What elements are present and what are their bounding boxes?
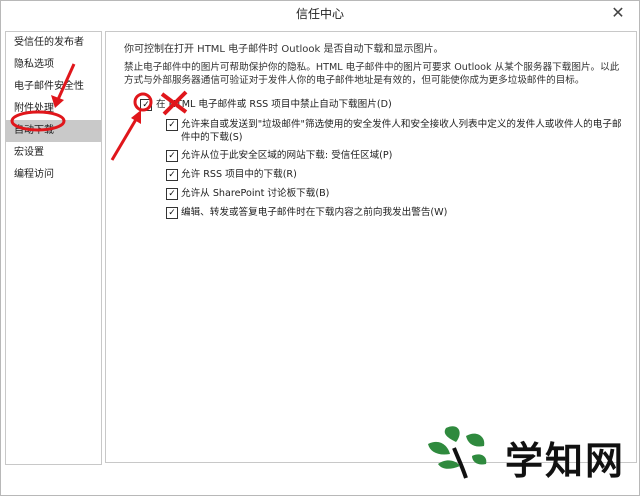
allow-sharepoint-label[interactable]: 允许从 SharePoint 讨论板下载(B) [181, 187, 329, 200]
title-bar: 信任中心 ✕ [1, 1, 639, 27]
watermark-text: 学知网 [505, 438, 626, 483]
sidebar-item-programmatic-access[interactable]: 编程访问 [6, 164, 101, 186]
block-images-label[interactable]: 在 HTML 电子邮件或 RSS 项目中禁止自动下载图片(D) [156, 98, 392, 111]
allow-sharepoint-checkbox[interactable]: ✓ [166, 188, 178, 200]
allow-rss-label[interactable]: 允许 RSS 项目中的下载(R) [181, 168, 297, 181]
sidebar-item-macro-settings[interactable]: 宏设置 [6, 142, 101, 164]
sidebar-item-attachment-handling[interactable]: 附件处理 [6, 98, 101, 120]
allow-rss-checkbox[interactable]: ✓ [166, 169, 178, 181]
sidebar-item-email-security[interactable]: 电子邮件安全性 [6, 76, 101, 98]
window-title: 信任中心 [295, 7, 344, 21]
allow-safe-senders-label[interactable]: 允许来自或发送到"垃圾邮件"筛选使用的安全发件人和安全接收人列表中定义的发件人或… [181, 118, 626, 144]
warn-before-download-checkbox[interactable]: ✓ [166, 207, 178, 219]
warn-before-download-label[interactable]: 编辑、转发或答复电子邮件时在下载内容之前向我发出警告(W) [181, 206, 447, 219]
allow-safe-senders-checkbox[interactable]: ✓ [166, 119, 178, 131]
close-button[interactable]: ✕ [607, 3, 629, 23]
block-images-checkbox[interactable]: ✓ [140, 99, 152, 111]
intro-text: 你可控制在打开 HTML 电子邮件时 Outlook 是否自动下载和显示图片。 [124, 44, 444, 55]
allow-safe-zone-checkbox[interactable]: ✓ [166, 150, 178, 162]
sidebar-item-privacy-options[interactable]: 隐私选项 [6, 54, 101, 76]
description-text: 禁止电子邮件中的图片可帮助保护你的隐私。HTML 电子邮件中的图片可要求 Out… [124, 62, 620, 86]
trust-center-window: 信任中心 ✕ 受信任的发布者 隐私选项 电子邮件安全性 附件处理 自动下载 宏设… [0, 0, 640, 496]
sidebar-item-automatic-download[interactable]: 自动下载 [6, 120, 101, 142]
content-panel: 你可控制在打开 HTML 电子邮件时 Outlook 是否自动下载和显示图片。 … [105, 31, 637, 463]
allow-safe-zone-label[interactable]: 允许从位于此安全区域的网站下载: 受信任区域(P) [181, 149, 392, 162]
sidebar-item-trusted-publishers[interactable]: 受信任的发布者 [6, 32, 101, 54]
watermark-logo-icon [428, 426, 487, 479]
sidebar-nav: 受信任的发布者 隐私选项 电子邮件安全性 附件处理 自动下载 宏设置 编程访问 [5, 31, 102, 465]
